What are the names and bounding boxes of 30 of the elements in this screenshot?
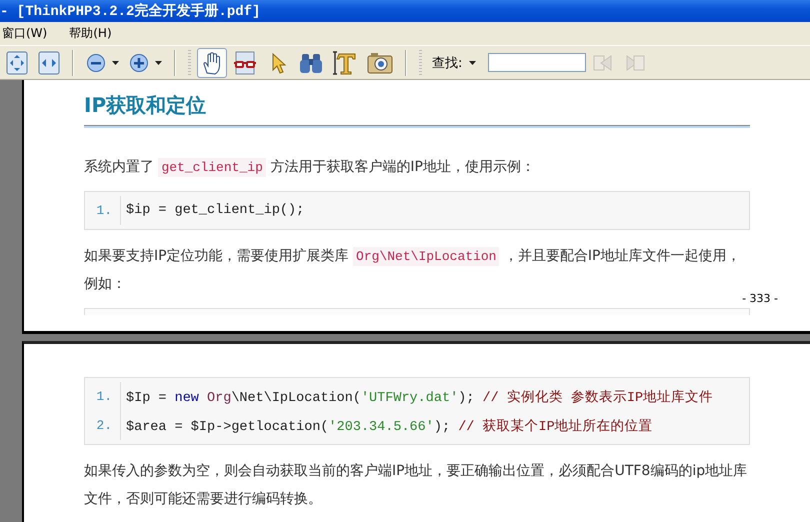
line-number: 1. [85,196,121,225]
code-line: $ip = get_client_ip(); [125,203,304,218]
find-label: 查找: [432,54,462,72]
hand-tool-button[interactable] [197,48,227,78]
section-heading: IP获取和定位 [84,84,750,126]
line-number: 1. [85,382,121,411]
hand-icon [201,50,223,74]
code-line: $Ip = new Org\Net\IpLocation('UTFWry.dat'); // 实例化类 参数表示IP地址库文件 [125,388,714,406]
paragraph: 系统内置了 get_client_ip 方法用于获取客户端的IP地址，使用示例： [84,157,536,179]
paragraph: 如果要支持IP定位功能，需要使用扩展类库 Org\Net\IpLocation ，并且要配合IP地址库文件一起使用，例如： [84,246,742,294]
window-title: - [ThinkPHP3.2.2完全开发手册.pdf] [0,4,260,20]
caret-icon [468,60,476,64]
zoom-out-icon [86,52,106,72]
reading-glasses-icon [233,50,257,74]
find-field[interactable] [488,53,586,72]
fit-page-icon [6,50,28,74]
paragraph: 如果传入的参数为空，则会自动获取当前的客户端IP地址，要正确输出位置，必须配合UTF8编码的ip地址库文件，否则可能还需要进行编码转换。 [84,462,748,509]
camera-icon [367,50,393,74]
text-select-icon [333,50,357,74]
caret-icon [112,60,119,64]
page-number: - 333 - [742,292,778,305]
caret-icon [155,60,162,64]
fit-width-icon [38,50,60,74]
code-line: $area = $Ip->getlocation('203.34.5.66'); // 获取某个IP地址所在的位置 [125,418,653,434]
find-previous-icon [593,52,614,72]
menu-item[interactable]: 帮助(H) [69,25,112,42]
find-next-icon [625,52,646,72]
menu-item[interactable]: 窗口(W) [2,25,48,42]
line-number: 2. [85,411,121,440]
zoom-in-icon [129,52,149,72]
